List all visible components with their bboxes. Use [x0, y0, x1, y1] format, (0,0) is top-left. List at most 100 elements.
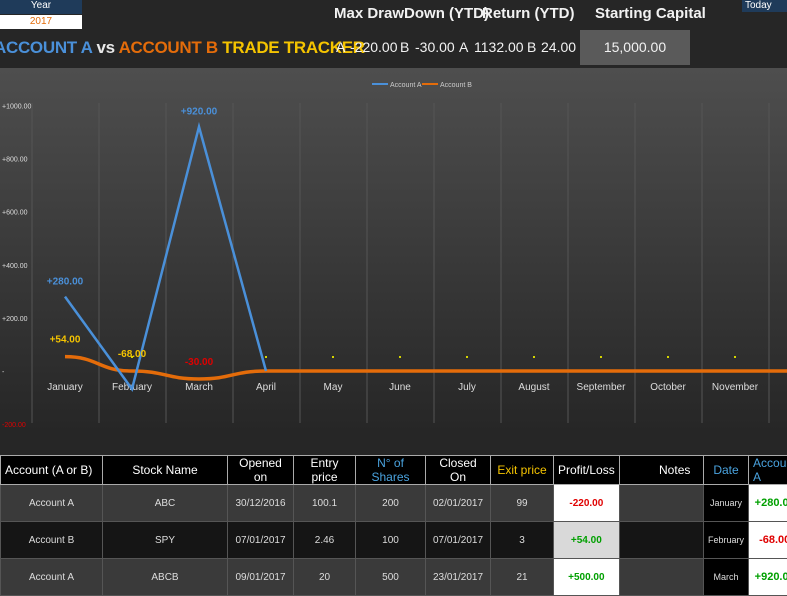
cell-exit[interactable]: 99 [491, 485, 554, 522]
return-b-value: 24.00 [541, 39, 576, 55]
summary-row: January +280.00 [704, 485, 787, 522]
return-label: Return (YTD) [482, 5, 575, 22]
monthly-summary-table: Date Account A January +280.00 February … [703, 455, 787, 596]
col-opened-on[interactable]: Opened on [228, 456, 294, 485]
cell-entry[interactable]: 20 [294, 559, 356, 596]
max-drawdown-label: Max DrawDown (YTD) [334, 5, 489, 22]
y-tick-label: -200.00 [2, 422, 26, 429]
summary-header: Date Account A [704, 456, 787, 485]
col-closed-on[interactable]: Closed On [426, 456, 491, 485]
cell-account[interactable]: Account A [1, 559, 103, 596]
data-label: -68.00 [118, 349, 147, 360]
col-date[interactable]: Date [704, 456, 749, 485]
summary-row: March +920.00 [704, 559, 787, 596]
trade-table: Account (A or B) Stock Name Opened on En… [0, 455, 731, 596]
summary-month: February [704, 522, 749, 559]
col-exit-price[interactable]: Exit price [491, 456, 554, 485]
drawdown-a-value: -220.00 [350, 39, 397, 55]
zero-marker [399, 356, 401, 358]
x-tick-label: May [324, 382, 343, 393]
cell-shares[interactable]: 200 [356, 485, 426, 522]
table-row: Account A ABCB 09/01/2017 20 500 23/01/2… [1, 559, 731, 596]
return-a-prefix: A [459, 39, 468, 55]
col-profit-loss[interactable]: Profit/Loss [554, 456, 620, 485]
year-label: Year [0, 0, 82, 14]
cell-stock[interactable]: ABCB [103, 559, 228, 596]
year-value[interactable]: 2017 [0, 15, 82, 29]
x-tick-label: June [389, 382, 411, 393]
data-label: +920.00 [181, 107, 218, 118]
cell-profit-loss[interactable]: +500.00 [554, 559, 620, 596]
cell-shares[interactable]: 500 [356, 559, 426, 596]
zero-marker [667, 356, 669, 358]
starting-capital-label: Starting Capital [595, 5, 706, 22]
y-tick-label: - [2, 369, 5, 376]
cell-stock[interactable]: SPY [103, 522, 228, 559]
y-tick-label: +800.00 [2, 157, 28, 164]
year-selector[interactable]: Year 2017 [0, 0, 82, 30]
cell-closed[interactable]: 07/01/2017 [426, 522, 491, 559]
summary-value: +920.00 [749, 559, 787, 596]
cell-closed[interactable]: 02/01/2017 [426, 485, 491, 522]
legend-label-account-a: Account A [390, 82, 422, 89]
x-tick-label: September [577, 382, 627, 393]
table-row: Account B SPY 07/01/2017 2.46 100 07/01/… [1, 522, 731, 559]
cell-entry[interactable]: 2.46 [294, 522, 356, 559]
series-line-account-b [65, 357, 787, 379]
zero-marker [332, 356, 334, 358]
y-tick-label: +200.00 [2, 316, 28, 323]
drawdown-b-value: -30.00 [415, 39, 455, 55]
legend-label-account-b: Account B [440, 82, 472, 89]
summary-value: +280.00 [749, 485, 787, 522]
y-tick-label: +600.00 [2, 210, 28, 217]
today-label: Today [742, 0, 787, 12]
cell-opened[interactable]: 07/01/2017 [228, 522, 294, 559]
title-account-a: ACCOUNT A [0, 38, 92, 57]
cell-entry[interactable]: 100.1 [294, 485, 356, 522]
summary-value: -68.00 [749, 522, 787, 559]
summary-month: January [704, 485, 749, 522]
x-tick-label: July [458, 382, 476, 393]
cell-account[interactable]: Account A [1, 485, 103, 522]
table-row: Account A ABC 30/12/2016 100.1 200 02/01… [1, 485, 731, 522]
x-tick-label: August [518, 382, 549, 393]
y-tick-label: +400.00 [2, 263, 28, 270]
drawdown-a-prefix: A [336, 39, 345, 55]
x-tick-label: March [185, 382, 213, 393]
col-stock-name[interactable]: Stock Name [103, 456, 228, 485]
y-tick-label: +1000.00 [2, 104, 31, 111]
col-shares[interactable]: N° of Shares [356, 456, 426, 485]
cell-profit-loss[interactable]: -220.00 [554, 485, 620, 522]
cell-opened[interactable]: 09/01/2017 [228, 559, 294, 596]
cell-shares[interactable]: 100 [356, 522, 426, 559]
cell-opened[interactable]: 30/12/2016 [228, 485, 294, 522]
trade-table-header: Account (A or B) Stock Name Opened on En… [1, 456, 731, 485]
return-a-value: 1132.00 [474, 39, 524, 55]
cell-profit-loss[interactable]: +54.00 [554, 522, 620, 559]
cell-stock[interactable]: ABC [103, 485, 228, 522]
starting-capital-field[interactable]: 15,000.00 [580, 30, 690, 65]
zero-marker [600, 356, 602, 358]
x-tick-label: April [256, 382, 276, 393]
zero-marker [265, 356, 267, 358]
zero-marker [533, 356, 535, 358]
title-vs: vs [92, 38, 119, 57]
page-title: ACCOUNT A vs ACCOUNT B TRADE TRACKER [0, 38, 365, 58]
zero-marker [466, 356, 468, 358]
drawdown-b-prefix: B [400, 39, 409, 55]
header-area: Year 2017 Today ACCOUNT A vs ACCOUNT B T… [0, 0, 787, 68]
col-account[interactable]: Account (A or B) [1, 456, 103, 485]
cell-closed[interactable]: 23/01/2017 [426, 559, 491, 596]
x-tick-label: January [47, 382, 83, 393]
col-account-a[interactable]: Account A [749, 456, 787, 485]
cell-account[interactable]: Account B [1, 522, 103, 559]
x-tick-label: November [712, 382, 759, 393]
summary-row: February -68.00 [704, 522, 787, 559]
cell-exit[interactable]: 21 [491, 559, 554, 596]
summary-month: March [704, 559, 749, 596]
col-entry-price[interactable]: Entry price [294, 456, 356, 485]
data-label: +54.00 [50, 335, 81, 346]
chart-area: +1000.00 +800.00 +600.00 +400.00 +200.00 - -20… [0, 68, 787, 434]
data-label: -30.00 [185, 357, 214, 368]
cell-exit[interactable]: 3 [491, 522, 554, 559]
